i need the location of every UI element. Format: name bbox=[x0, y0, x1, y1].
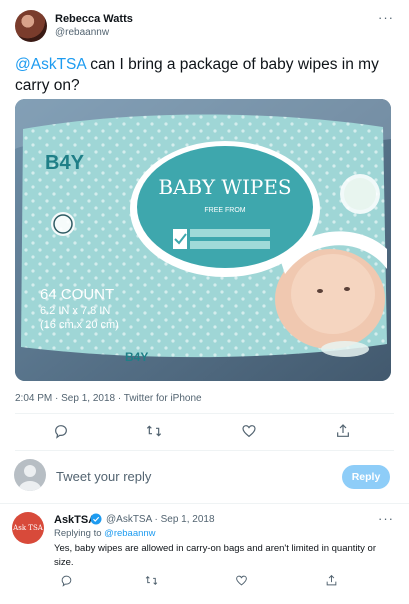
count-label: 64 COUNT bbox=[40, 286, 114, 303]
size-inches: 6.2 IN x 7.8 IN bbox=[40, 305, 110, 317]
product-name: BABY WIPES bbox=[158, 175, 291, 199]
replying-to: Replying to @rebaannw bbox=[54, 528, 156, 539]
default-avatar-icon bbox=[14, 459, 46, 491]
replying-prefix: Replying to bbox=[54, 528, 102, 539]
tweet-text: @AskTSA can I bring a package of baby wi… bbox=[15, 54, 395, 96]
reply-meta[interactable]: @AskTSA · Sep 1, 2018 bbox=[106, 514, 215, 525]
more-icon[interactable]: ··· bbox=[378, 10, 394, 25]
reply-icon[interactable] bbox=[60, 574, 73, 587]
author-name[interactable]: Rebecca Watts bbox=[55, 13, 133, 25]
reply-text: Yes, baby wipes are allowed in carry-on … bbox=[54, 543, 377, 568]
divider bbox=[0, 503, 409, 504]
retweet-icon[interactable] bbox=[146, 423, 162, 439]
reply-icon[interactable] bbox=[53, 423, 69, 439]
brand-logo-bottom: B4Y bbox=[125, 350, 148, 364]
brand-logo: B4Y bbox=[45, 152, 85, 174]
like-icon[interactable] bbox=[235, 574, 248, 587]
baby-wipes-photo: BABY WIPES FREE FROM B4Y 64 COUNT 6.2 IN… bbox=[15, 99, 391, 381]
asktsa-avatar[interactable]: Ask TSA bbox=[12, 512, 44, 544]
user-silhouette-icon bbox=[19, 465, 41, 491]
mention-link[interactable]: @AskTSA bbox=[15, 56, 86, 73]
reply-button[interactable]: Reply bbox=[342, 465, 390, 489]
share-icon[interactable] bbox=[335, 423, 351, 439]
tweet-photo[interactable]: BABY WIPES FREE FROM B4Y 64 COUNT 6.2 IN… bbox=[15, 99, 391, 381]
divider bbox=[15, 450, 394, 451]
reply-input[interactable]: Tweet your reply bbox=[56, 469, 151, 484]
divider bbox=[15, 413, 394, 414]
more-icon[interactable]: ··· bbox=[378, 511, 394, 526]
free-from-label: FREE FROM bbox=[204, 207, 245, 214]
author-avatar[interactable] bbox=[15, 10, 47, 42]
author-handle[interactable]: @rebaannw bbox=[55, 27, 109, 38]
size-cm: (16 cm x 20 cm) bbox=[40, 319, 119, 331]
retweet-icon[interactable] bbox=[145, 574, 158, 587]
tweet-timestamp[interactable]: 2:04 PM · Sep 1, 2018 · Twitter for iPho… bbox=[15, 393, 202, 404]
share-icon[interactable] bbox=[325, 574, 338, 587]
verified-icon bbox=[90, 513, 102, 525]
replying-handle[interactable]: @rebaannw bbox=[104, 528, 155, 539]
like-icon[interactable] bbox=[241, 423, 257, 439]
